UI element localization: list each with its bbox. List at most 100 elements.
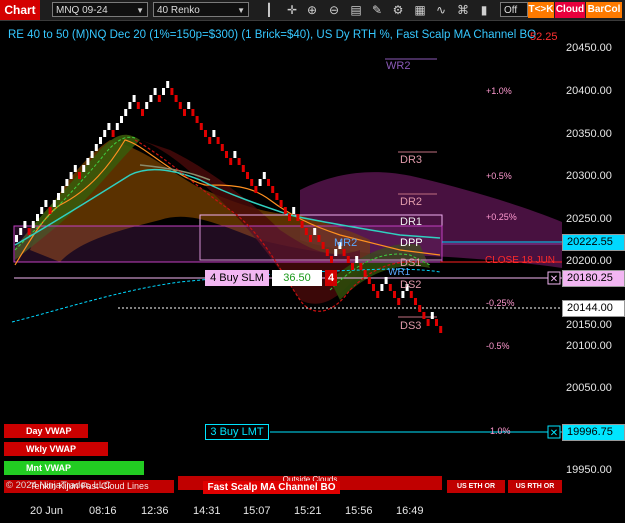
wr1-label: WR1 [388,267,411,278]
price-tick: 20450.00 [566,42,612,54]
up-brick [82,165,86,172]
price-tick: 20350.00 [566,128,612,140]
up-brick [31,221,35,228]
indicator-label[interactable]: Tenkin Kijun Fast Cloud Lines [30,481,149,491]
time-tick: 15:07 [243,505,271,517]
down-brick [363,270,367,277]
svg-text:✕: ✕ [550,428,558,439]
time-tick: 15:21 [294,505,322,517]
down-brick [27,228,31,235]
day-vwap-button[interactable]: Day VWAP [4,424,88,438]
up-brick [107,123,111,130]
chart-title: RE 40 to 50 (M)NQ Dec 20 (1%=150p=$300) … [8,29,537,41]
up-brick [292,207,296,214]
up-brick [15,235,18,242]
price-tick: 20100.00 [566,340,612,352]
up-brick [124,109,128,116]
ds3-label: DS3 [400,320,422,332]
down-brick [309,235,312,242]
down-brick [439,326,443,333]
up-brick [61,186,65,193]
down-brick [183,109,186,116]
up-brick [166,81,170,88]
price-tick: 20200.00 [566,255,612,267]
up-brick [40,207,44,214]
down-brick [414,298,417,305]
price-tick: 20400.00 [566,85,612,97]
up-brick [120,116,123,123]
up-brick [401,291,405,298]
down-brick [254,186,258,193]
down-brick [267,179,270,186]
pct-label: +1.0% [486,86,512,96]
down-brick [330,256,333,263]
mnt-vwap-button[interactable]: Mnt VWAP [4,461,144,475]
time-tick: 12:36 [141,505,169,517]
buy-slm-price[interactable]: 36.50 [272,270,322,286]
up-brick [153,88,157,95]
up-brick [128,102,132,109]
svg-text:✕: ✕ [550,274,558,285]
down-brick [317,235,321,242]
down-brick [191,109,195,116]
up-brick [430,312,434,319]
up-brick [162,88,165,95]
down-brick [397,298,401,305]
down-brick [393,291,396,298]
up-brick [44,200,48,207]
close-label: CLOSE 18 JUN [485,255,556,266]
down-brick [204,130,207,137]
down-brick [271,186,275,193]
up-brick [334,249,338,256]
down-brick [422,312,426,319]
down-brick [174,95,178,102]
wr2-label: WR2 [386,60,411,72]
up-brick [355,256,359,263]
up-brick [94,144,98,151]
price-tick: 20050.00 [566,382,612,394]
down-brick [376,291,380,298]
up-brick [233,151,237,158]
overlay-price-partial: 52.25 [530,31,558,43]
buy-slm-order-label[interactable]: 4 Buy SLM [205,270,269,286]
down-brick [136,102,140,109]
down-brick [372,284,375,291]
down-brick [300,221,304,228]
buy-lmt-order-label[interactable]: 3 Buy LMT [205,424,269,440]
up-brick [86,158,90,165]
buy-slm-quantity[interactable]: 4 [325,270,337,286]
down-brick [418,305,422,312]
pct-label: +0.5% [486,171,512,181]
fast-scalp-button[interactable]: Fast Scalp MA Channel BO [203,481,340,494]
pct-label: -0.25% [486,298,515,308]
down-brick [359,263,363,270]
down-brick [283,207,287,214]
us-rth-or-button[interactable]: US RTH OR [508,480,562,493]
time-axis[interactable]: 20 Jun 08:16 12:36 14:31 15:07 15:21 15:… [0,501,562,523]
down-brick [157,95,161,102]
down-brick [48,207,52,214]
down-brick [216,137,220,144]
time-tick: 08:16 [89,505,117,517]
up-brick [90,151,94,158]
down-brick [288,214,291,221]
dr2-label: DR2 [400,196,423,208]
down-brick [225,151,228,158]
down-brick [279,200,283,207]
price-tick: 20150.00 [566,319,612,331]
up-brick [149,95,153,102]
price-box-pink: 20180.25 [562,270,625,287]
us-eth-or-button[interactable]: US ETH OR [447,480,505,493]
price-box-last: 20144.00 [562,300,625,317]
down-brick [220,144,224,151]
down-brick [199,123,203,130]
up-brick [36,214,39,221]
dr3-label: DR3 [400,154,423,166]
up-brick [103,130,107,137]
down-brick [141,109,144,116]
wkly-vwap-button[interactable]: Wkly VWAP [4,442,108,456]
down-brick [388,284,392,291]
pct-label: -0.5% [486,341,510,351]
down-brick [342,249,346,256]
down-brick [426,319,430,326]
